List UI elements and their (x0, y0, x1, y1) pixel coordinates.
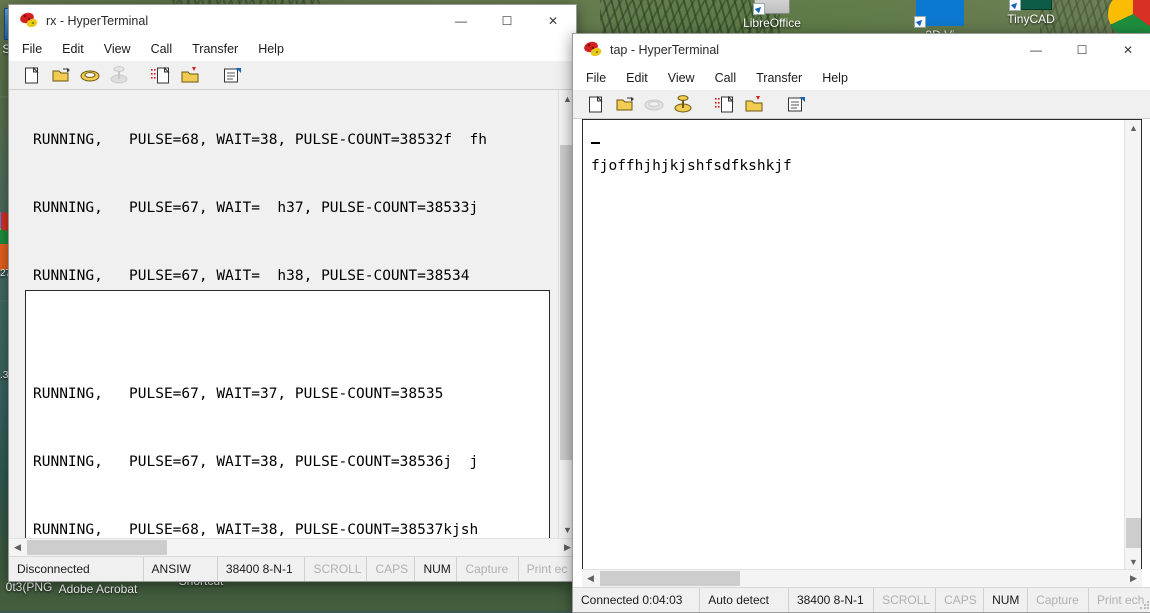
titlebar-tap[interactable]: tap - HyperTerminal — ☐ ✕ (573, 34, 1150, 66)
menu-file[interactable]: File (586, 71, 606, 85)
disconnect-icon[interactable] (670, 92, 696, 116)
status-caps: CAPS (367, 557, 416, 581)
vertical-scrollbar-tap[interactable]: ▲ ▼ (1124, 120, 1141, 569)
desktop-icon-label: LibreOffice (743, 16, 801, 30)
menubar-rx[interactable]: File Edit View Call Transfer Help (9, 37, 576, 61)
open-icon[interactable] (48, 63, 74, 87)
desktop-icon-libreoffice[interactable]: LibreOffice (729, 0, 815, 30)
desktop-icon-label: Adobe Acrobat (58, 582, 138, 596)
maximize-button[interactable]: ☐ (484, 5, 530, 37)
window-title: tap - HyperTerminal (610, 43, 720, 57)
terminal-line: RUNNING, PULSE=67, WAIT=37, PULSE-COUNT=… (33, 386, 444, 402)
call-icon[interactable] (77, 63, 103, 87)
scroll-down-arrow[interactable]: ▼ (1125, 553, 1141, 569)
hyperterminal-icon (18, 11, 40, 31)
scrollbar-thumb[interactable] (1126, 518, 1141, 548)
status-connection: Connected 0:04:03 (573, 588, 701, 612)
status-scroll: SCROLL (305, 557, 368, 581)
status-scroll: SCROLL (874, 588, 937, 612)
status-settings: 38400 8-N-1 (218, 557, 306, 581)
terminal-cursor (591, 142, 600, 144)
window-title: rx - HyperTerminal (46, 14, 149, 28)
call-icon (641, 92, 667, 116)
desktop-icon-label: TinyCAD (1007, 12, 1055, 26)
hyperterminal-window-tap[interactable]: tap - HyperTerminal — ☐ ✕ File Edit View… (572, 33, 1150, 613)
horizontal-scrollbar-rx[interactable]: ◀ ▶ (9, 538, 576, 556)
scroll-up-arrow[interactable]: ▲ (1125, 120, 1141, 136)
terminal-line: fjoffhjhjkjshfsdfkshkjf (591, 158, 792, 174)
scroll-right-arrow[interactable]: ▶ (1125, 573, 1142, 584)
statusbar-rx: Disconnected ANSIW 38400 8-N-1 SCROLL CA… (9, 556, 576, 581)
open-icon[interactable] (612, 92, 638, 116)
statusbar-tap: Connected 0:04:03 Auto detect 38400 8-N-… (573, 587, 1150, 612)
terminal-line: RUNNING, PULSE=67, WAIT=38, PULSE-COUNT=… (33, 454, 479, 470)
terminal-area-tap[interactable]: fjoffhjhjkjshfsdfkshkjf ▲ ▼ (582, 119, 1142, 569)
properties-icon[interactable] (219, 63, 245, 87)
menu-view[interactable]: View (668, 71, 695, 85)
menu-file[interactable]: File (22, 42, 42, 56)
scroll-left-arrow[interactable]: ◀ (582, 573, 599, 584)
receive-file-icon[interactable] (741, 92, 767, 116)
menu-view[interactable]: View (104, 42, 131, 56)
menu-call[interactable]: Call (715, 71, 737, 85)
status-capture: Capture (1028, 588, 1089, 612)
maximize-button[interactable]: ☐ (1059, 34, 1105, 66)
menu-transfer[interactable]: Transfer (756, 71, 802, 85)
terminal-line: RUNNING, PULSE=67, WAIT= h37, PULSE-COUN… (33, 200, 479, 216)
menu-call[interactable]: Call (151, 42, 173, 56)
toolbar-tap[interactable] (573, 90, 1150, 119)
scrollbar-thumb-h[interactable] (600, 571, 740, 586)
new-icon[interactable] (19, 63, 45, 87)
status-caps: CAPS (936, 588, 985, 612)
terminal-line: RUNNING, PULSE=67, WAIT= h38, PULSE-COUN… (33, 268, 470, 284)
new-icon[interactable] (583, 92, 609, 116)
terminal-line: RUNNING, PULSE=68, WAIT=38, PULSE-COUNT=… (33, 132, 487, 148)
status-print: Print ec (526, 562, 568, 576)
receive-file-icon[interactable] (177, 63, 203, 87)
desktop-icon-tinycad[interactable]: TinyCAD (988, 0, 1074, 26)
tinycad-icon (1009, 0, 1052, 11)
status-emulation: ANSIW (144, 557, 218, 581)
menubar-tap[interactable]: File Edit View Call Transfer Help (573, 66, 1150, 90)
minimize-button[interactable]: — (438, 5, 484, 37)
titlebar-rx[interactable]: rx - HyperTerminal — ☐ ✕ (9, 5, 576, 37)
status-connection: Disconnected (9, 557, 144, 581)
window-controls-rx: — ☐ ✕ (438, 5, 576, 37)
menu-edit[interactable]: Edit (626, 71, 648, 85)
disconnect-icon (106, 63, 132, 87)
menu-help[interactable]: Help (258, 42, 284, 56)
hyperterminal-window-rx[interactable]: rx - HyperTerminal — ☐ ✕ File Edit View … (8, 4, 577, 582)
properties-icon[interactable] (783, 92, 809, 116)
hyperterminal-icon (582, 40, 604, 60)
scrollbar-thumb-h[interactable] (27, 540, 167, 555)
desktop-icon-label: 0t3(PNG (5, 580, 53, 594)
status-settings: 38400 8-N-1 (789, 588, 875, 612)
send-file-icon[interactable] (712, 92, 738, 116)
minimize-button[interactable]: — (1013, 34, 1059, 66)
close-button[interactable]: ✕ (1105, 34, 1150, 66)
menu-help[interactable]: Help (822, 71, 848, 85)
status-emulation: Auto detect (700, 588, 789, 612)
menu-transfer[interactable]: Transfer (192, 42, 238, 56)
menu-edit[interactable]: Edit (62, 42, 84, 56)
resize-grip[interactable] (1139, 600, 1149, 610)
send-file-icon[interactable] (148, 63, 174, 87)
horizontal-scrollbar-tap[interactable]: ◀ ▶ (582, 569, 1142, 587)
close-button[interactable]: ✕ (530, 5, 576, 37)
terminal-line: RUNNING, PULSE=68, WAIT=38, PULSE-COUNT=… (33, 522, 479, 538)
status-capture: Capture (457, 557, 519, 581)
status-num: NUM (415, 557, 458, 581)
viewer-icon (914, 0, 964, 28)
terminal-area-rx[interactable]: RUNNING, PULSE=68, WAIT=38, PULSE-COUNT=… (9, 90, 576, 538)
scroll-left-arrow[interactable]: ◀ (9, 542, 26, 553)
libreoffice-icon (753, 0, 790, 15)
status-num: NUM (984, 588, 1029, 612)
window-controls-tap: — ☐ ✕ (1013, 34, 1150, 66)
toolbar-rx[interactable] (9, 61, 576, 90)
terminal-text-rx: RUNNING, PULSE=68, WAIT=38, PULSE-COUNT=… (9, 90, 559, 538)
